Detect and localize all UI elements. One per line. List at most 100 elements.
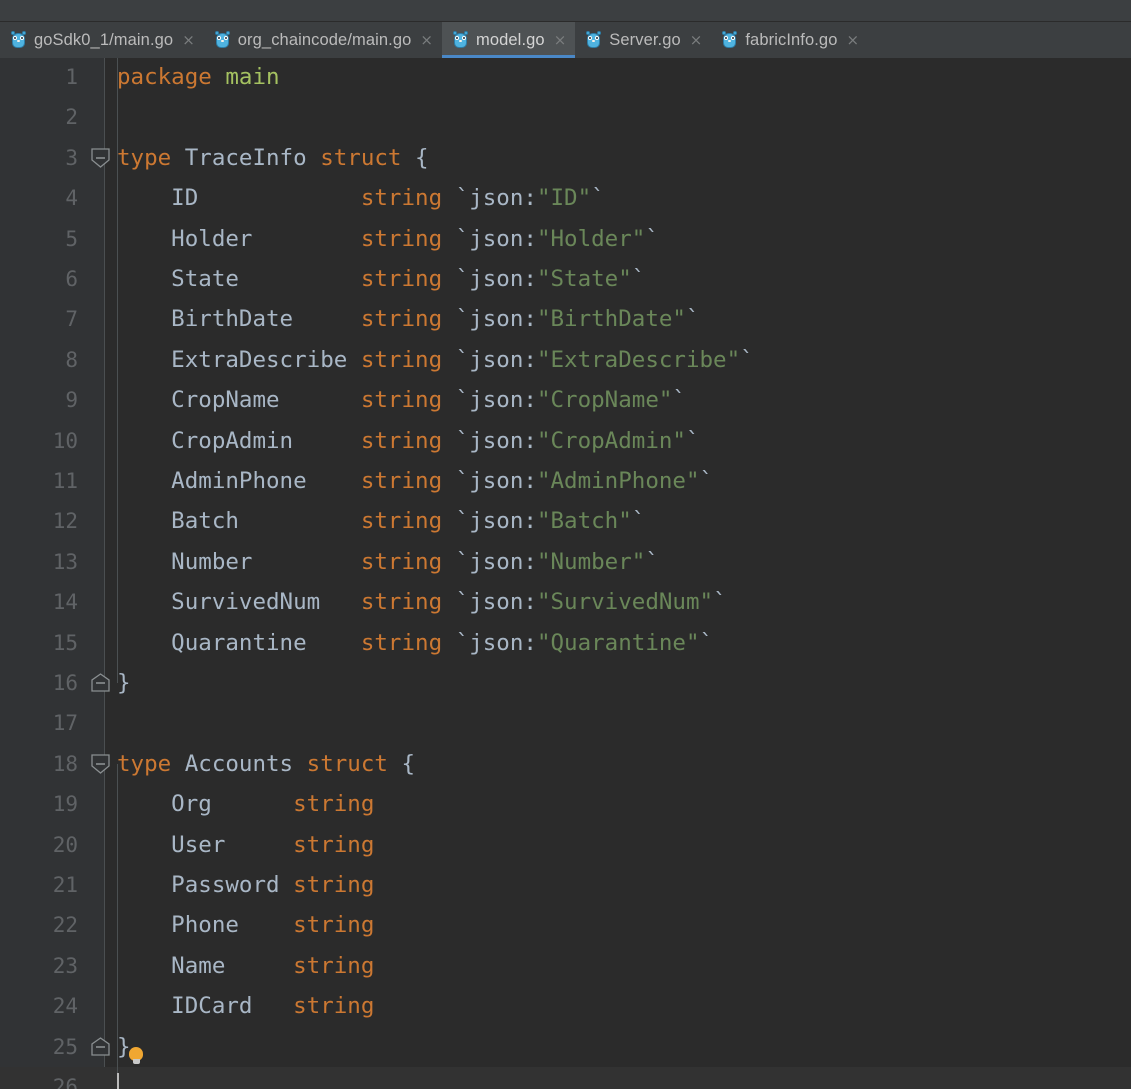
close-icon[interactable]: × bbox=[553, 32, 567, 48]
code-text: Phone string bbox=[117, 912, 375, 939]
line-number: 20 bbox=[52, 832, 78, 857]
code-line[interactable]: 6 State string `json:"State"` bbox=[0, 259, 1131, 299]
code-line[interactable]: 21 Password string bbox=[0, 865, 1131, 905]
code-line[interactable]: 12 Batch string `json:"Batch"` bbox=[0, 501, 1131, 541]
code-text: Password string bbox=[117, 872, 375, 898]
line-number: 14 bbox=[52, 590, 78, 615]
line-number: 12 bbox=[52, 509, 78, 534]
indent-guide bbox=[117, 157, 118, 683]
line-number: 13 bbox=[52, 549, 78, 574]
code-text: Quarantine string `json:"Quarantine"` bbox=[117, 629, 714, 656]
line-number: 23 bbox=[52, 953, 78, 978]
code-line[interactable]: 15 Quarantine string `json:"Quarantine"` bbox=[0, 623, 1131, 663]
code-editor[interactable]: 1 package main 2 3 type TraceInfo struct {4 … bbox=[0, 58, 1131, 1089]
code-line[interactable]: 13 Number string `json:"Number"` bbox=[0, 542, 1131, 582]
code-text: SurvivedNum string `json:"SurvivedNum"` bbox=[117, 589, 727, 616]
code-line[interactable]: 22 Phone string bbox=[0, 905, 1131, 945]
code-line[interactable]: 23 Name string bbox=[0, 946, 1131, 986]
intention-lightbulb-icon[interactable] bbox=[129, 1046, 144, 1066]
line-number: 21 bbox=[52, 873, 78, 897]
close-icon[interactable]: × bbox=[419, 32, 433, 48]
editor-tab-server-go[interactable]: Server.go × bbox=[575, 22, 712, 58]
text-caret bbox=[117, 1073, 119, 1089]
editor-tab-model-go[interactable]: model.go × bbox=[442, 22, 576, 58]
code-line[interactable]: 18 type Accounts struct { bbox=[0, 744, 1131, 784]
go-gopher-icon bbox=[11, 30, 26, 49]
line-number: 2 bbox=[65, 105, 78, 130]
indent-guide bbox=[117, 763, 118, 1047]
code-line[interactable]: 3 type TraceInfo struct { bbox=[0, 138, 1131, 178]
code-line[interactable]: 26 bbox=[0, 1067, 1131, 1089]
code-text: CropName string `json:"CropName"` bbox=[117, 387, 686, 414]
code-line[interactable]: 7 BirthDate string `json:"BirthDate"` bbox=[0, 299, 1131, 339]
go-gopher-icon bbox=[722, 30, 738, 49]
line-number: 7 bbox=[65, 307, 78, 332]
code-line[interactable]: 17 bbox=[0, 703, 1131, 743]
code-line[interactable]: 10 CropAdmin string `json:"CropAdmin"` bbox=[0, 421, 1131, 461]
code-line[interactable]: 8 ExtraDescribe string `json:"ExtraDescr… bbox=[0, 340, 1131, 380]
code-text: Batch string `json:"Batch"` bbox=[117, 508, 646, 535]
code-text: type TraceInfo struct { bbox=[117, 144, 429, 171]
code-text: Name string bbox=[117, 952, 375, 979]
editor-tab-bar: goSdk0_1/main.go × org_chaincode/main.go × m… bbox=[0, 22, 1131, 58]
code-line[interactable]: 19 Org string bbox=[0, 784, 1131, 824]
code-line[interactable]: 4 ID string `json:"ID"` bbox=[0, 178, 1131, 218]
close-icon[interactable]: × bbox=[845, 32, 859, 48]
code-line[interactable]: 9 CropName string `json:"CropName"` bbox=[0, 380, 1131, 420]
indent-guide bbox=[117, 58, 118, 158]
code-text: } bbox=[117, 670, 131, 696]
code-line[interactable]: 11 AdminPhone string `json:"AdminPhone"` bbox=[0, 461, 1131, 501]
code-line[interactable]: 25} bbox=[0, 1027, 1131, 1067]
caret-row-highlight bbox=[0, 1067, 1131, 1089]
line-number: 8 bbox=[65, 347, 78, 372]
line-number: 5 bbox=[65, 226, 78, 251]
code-text: BirthDate string `json:"BirthDate"` bbox=[117, 306, 700, 333]
editor-tab-label: org_chaincode/main.go bbox=[237, 30, 412, 49]
code-line[interactable]: 24 IDCard string bbox=[0, 986, 1131, 1026]
go-gopher-icon bbox=[214, 30, 230, 49]
line-number: 9 bbox=[65, 388, 78, 413]
line-number: 4 bbox=[65, 186, 78, 211]
editor-tab-label: goSdk0_1/main.go bbox=[34, 30, 174, 49]
code-text: package main bbox=[117, 64, 280, 90]
line-number: 1 bbox=[65, 65, 78, 89]
line-number: 11 bbox=[52, 469, 78, 493]
go-gopher-icon bbox=[586, 30, 602, 49]
close-icon[interactable]: × bbox=[689, 32, 703, 48]
line-number: 24 bbox=[52, 994, 78, 1019]
code-line[interactable]: 20 User string bbox=[0, 825, 1131, 865]
code-text: Holder string `json:"Holder"` bbox=[117, 225, 659, 252]
editor-tab-gosdk0-1-main-go[interactable]: goSdk0_1/main.go × bbox=[0, 22, 204, 58]
editor-tab-fabricinfo-go[interactable]: fabricInfo.go × bbox=[711, 22, 869, 58]
code-text: Org string bbox=[117, 791, 375, 818]
code-text: Number string `json:"Number"` bbox=[117, 548, 659, 575]
code-line[interactable]: 2 bbox=[0, 97, 1131, 137]
line-number: 19 bbox=[52, 792, 78, 817]
code-text: AdminPhone string `json:"AdminPhone"` bbox=[117, 468, 714, 494]
code-line[interactable]: 14 SurvivedNum string `json:"SurvivedNum… bbox=[0, 582, 1131, 622]
code-text: type Accounts struct { bbox=[117, 750, 416, 777]
line-number: 10 bbox=[52, 428, 78, 453]
code-text: ExtraDescribe string `json:"ExtraDescrib… bbox=[117, 346, 754, 373]
line-number: 25 bbox=[52, 1034, 78, 1059]
editor-tab-label: fabricInfo.go bbox=[745, 30, 838, 49]
line-number: 16 bbox=[52, 671, 78, 695]
editor-tab-org-chaincode-main-go[interactable]: org_chaincode/main.go × bbox=[203, 22, 442, 58]
main-toolbar bbox=[0, 0, 1131, 22]
line-number: 17 bbox=[52, 711, 78, 736]
code-line[interactable]: 5 Holder string `json:"Holder"` bbox=[0, 219, 1131, 259]
line-number: 18 bbox=[52, 751, 78, 776]
editor-tab-label: model.go bbox=[476, 30, 545, 49]
line-number: 3 bbox=[65, 145, 78, 170]
editor-code-area[interactable]: 1 package main 2 3 type TraceInfo struct {4 … bbox=[0, 58, 1131, 1089]
close-icon[interactable]: × bbox=[181, 32, 195, 48]
code-line[interactable]: 1 package main bbox=[0, 58, 1131, 97]
line-number: 22 bbox=[52, 913, 78, 938]
go-gopher-icon bbox=[453, 30, 468, 49]
editor-tab-label: Server.go bbox=[609, 30, 681, 49]
code-text: ID string `json:"ID"` bbox=[117, 185, 605, 212]
code-text: IDCard string bbox=[117, 993, 375, 1020]
code-text: State string `json:"State"` bbox=[117, 266, 646, 292]
code-line[interactable]: 16} bbox=[0, 663, 1131, 703]
line-number: 6 bbox=[65, 267, 78, 291]
